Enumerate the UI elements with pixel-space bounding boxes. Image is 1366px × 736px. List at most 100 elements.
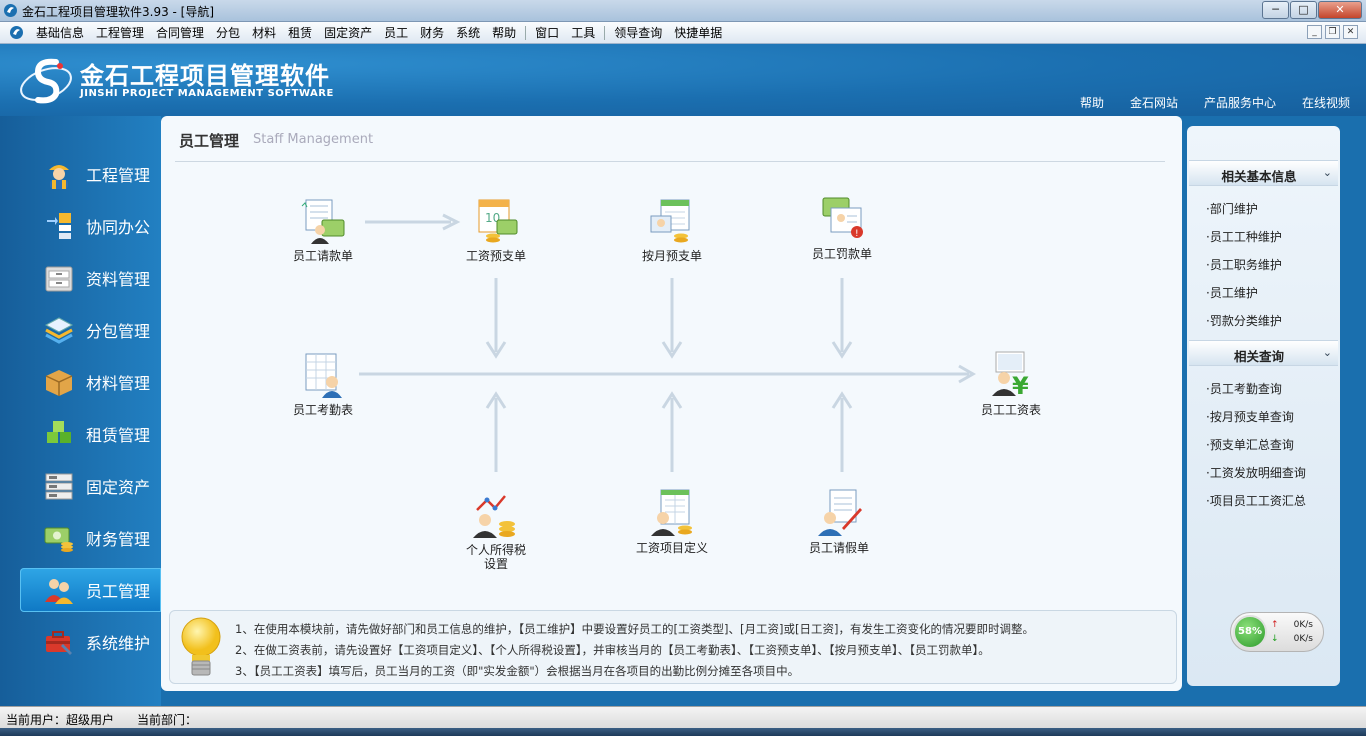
link-employee[interactable]: ·员工维护 [1206,284,1258,301]
nav-item-lease[interactable]: 租赁管理 [20,412,161,456]
node-leave-request[interactable]: 员工请假单 [784,488,894,555]
current-department: 当前部门： [137,713,198,727]
node-label: 工资预支单 [465,249,526,263]
tip-3: 3、【员工工资表】填写后，员工当月的工资（即"实发金额"）会根据当月在各项目的出… [235,664,800,678]
nav-label: 租赁管理 [86,426,151,445]
link-website[interactable]: 金石网站 [1130,94,1178,111]
menu-project[interactable]: 工程管理 [90,22,150,44]
menu-contract[interactable]: 合同管理 [150,22,210,44]
link-penalty-category[interactable]: ·罚款分类维护 [1206,312,1282,329]
nav-item-material[interactable]: 材料管理 [20,360,161,404]
node-income-tax[interactable]: 个人所得税 设置 [441,490,551,571]
menu-finance[interactable]: 财务 [414,22,450,44]
node-attendance[interactable]: 员工考勤表 [268,350,378,417]
calendar-money-icon: 10 [478,199,518,243]
link-position[interactable]: ·员工职务维护 [1206,256,1282,273]
left-navigation: 工程管理 协同办公 资料管理 分包管理 材料管理 租赁管理 固定资产 财务管理 … [0,116,161,706]
money-icon [42,521,76,555]
mdi-restore-button[interactable]: ❐ [1325,25,1340,39]
node-label: 设置 [483,557,508,571]
link-department[interactable]: ·部门维护 [1206,200,1258,217]
node-label: 员工罚款单 [811,247,872,261]
section-basic-info-header[interactable]: 相关基本信息 ⌄ [1189,160,1338,186]
link-advance-summary-query[interactable]: ·预支单汇总查询 [1206,436,1294,453]
menu-bar: 基础信息 工程管理 合同管理 分包 材料 租赁 固定资产 员工 财务 系统 帮助… [0,22,1366,44]
nav-label: 材料管理 [86,374,151,393]
app-menu-icon[interactable] [9,25,24,40]
node-payroll[interactable]: ¥ 员工工资表 [956,350,1066,417]
node-label: 员工考勤表 [292,403,353,417]
toolbox-icon [42,625,76,659]
nav-label: 固定资产 [86,478,151,497]
calendar-person-coins-icon [650,199,690,243]
mdi-close-button[interactable]: ✕ [1343,25,1358,39]
menu-lease[interactable]: 租赁 [282,22,318,44]
menu-help[interactable]: 帮助 [486,22,522,44]
link-help[interactable]: 帮助 [1080,94,1104,111]
link-salary-detail-query[interactable]: ·工资发放明细查询 [1206,464,1306,481]
svg-text:¥: ¥ [1012,372,1029,400]
nav-label: 系统维护 [86,634,151,653]
menu-system[interactable]: 系统 [450,22,486,44]
nav-label: 协同办公 [86,218,151,237]
nav-item-fixed-assets[interactable]: 固定资产 [20,464,161,508]
node-employee-loan[interactable]: 员工请款单 [268,196,378,263]
node-salary-advance[interactable]: 10 工资预支单 [441,196,551,263]
people-icon [42,573,76,607]
menu-fixed-assets[interactable]: 固定资产 [318,22,378,44]
nav-item-finance[interactable]: 财务管理 [20,516,161,560]
node-label: 员工工资表 [980,403,1041,417]
section-title: 相关查询 [1233,349,1284,364]
minimize-button[interactable]: ─ [1262,1,1289,19]
window-controls: ─ □ ✕ [1262,1,1362,19]
cubes-icon [42,417,76,451]
app-header: 金石工程项目管理软件 JINSHI PROJECT MANAGEMENT SOF… [0,44,1366,116]
maximize-button[interactable]: □ [1290,1,1317,19]
menu-material[interactable]: 材料 [246,22,282,44]
worker-icon [42,157,76,191]
menu-quick-forms[interactable]: 快捷单据 [668,22,728,44]
node-salary-items[interactable]: 工资项目定义 [617,488,727,555]
box-icon [42,365,76,399]
menu-separator [525,26,527,40]
menu-staff[interactable]: 员工 [378,22,414,44]
close-button[interactable]: ✕ [1318,1,1362,19]
nav-item-project[interactable]: 工程管理 [20,152,161,196]
section-title: 相关基本信息 [1221,169,1297,184]
link-project-salary-summary[interactable]: ·项目员工工资汇总 [1206,492,1306,509]
upload-arrow-icon: ↑ [1271,620,1279,630]
node-monthly-advance[interactable]: 按月预支单 [617,196,727,263]
network-speed-widget[interactable]: 58% ↑ ↓ 0K/s 0K/s [1230,612,1324,652]
link-service-center[interactable]: 产品服务中心 [1204,94,1276,111]
menu-window[interactable]: 窗口 [529,22,565,44]
node-label: 工资项目定义 [635,541,708,555]
node-employee-penalty[interactable]: ! 员工罚款单 [787,194,897,261]
nav-item-staff[interactable]: 员工管理 [20,568,161,612]
chevron-down-icon: ⌄ [1322,346,1332,359]
status-bar: 当前用户：超级用户 当前部门： [0,706,1366,728]
nav-item-documents[interactable]: 资料管理 [20,256,161,300]
menu-leader-query[interactable]: 领导查询 [608,22,668,44]
download-rate: 0K/s [1293,634,1313,644]
link-monthly-advance-query[interactable]: ·按月预支单查询 [1206,408,1294,425]
lightbulb-icon [181,617,221,676]
nav-label: 财务管理 [86,530,151,549]
download-arrow-icon: ↓ [1271,634,1279,644]
nav-item-collab[interactable]: 协同办公 [20,204,161,248]
menu-separator [604,26,606,40]
section-query-header[interactable]: 相关查询 ⌄ [1189,340,1338,366]
link-online-video[interactable]: 在线视频 [1302,94,1350,111]
link-attendance-query[interactable]: ·员工考勤查询 [1206,380,1282,397]
nav-item-system[interactable]: 系统维护 [20,620,161,664]
link-job-type[interactable]: ·员工工种维护 [1206,228,1282,245]
menu-subcontract[interactable]: 分包 [210,22,246,44]
nav-item-subcontract[interactable]: 分包管理 [20,308,161,352]
menu-basic-info[interactable]: 基础信息 [30,22,90,44]
tip-1: 1、在使用本模块前，请先做好部门和员工信息的维护，【员工维护】中要设置好员工的[… [235,622,1034,636]
related-panel: 相关基本信息 ⌄ ·部门维护 ·员工工种维护 ·员工职务维护 ·员工维护 ·罚款… [1187,126,1340,686]
logo-title: 金石工程项目管理软件 [80,62,330,90]
chevron-down-icon: ⌄ [1322,166,1332,179]
mdi-minimize-button[interactable]: _ [1307,25,1322,39]
current-user: 当前用户：超级用户 [6,713,115,727]
menu-tools[interactable]: 工具 [565,22,601,44]
